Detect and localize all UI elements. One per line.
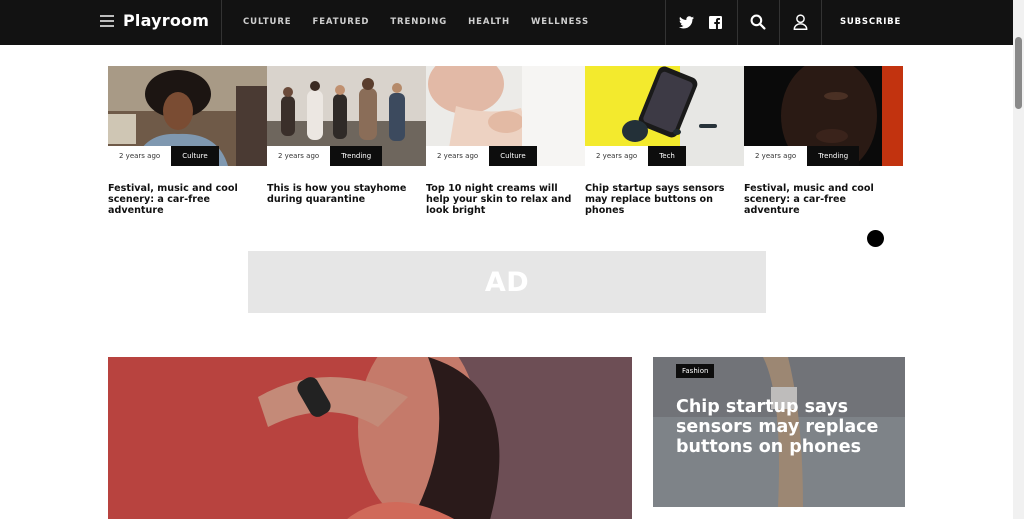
article-time: 2 years ago <box>426 146 490 166</box>
nav-item-culture[interactable]: CULTURE <box>243 17 292 27</box>
article-card[interactable]: 2 years ago Culture Top 10 night creams … <box>426 66 585 216</box>
category-badge[interactable]: Culture <box>489 146 537 166</box>
article-meta: 2 years ago Trending <box>267 146 383 166</box>
article-thumbnail[interactable]: 2 years ago Tech <box>585 66 744 166</box>
article-thumbnail[interactable]: 2 years ago Trending <box>744 66 903 166</box>
article-title[interactable]: Festival, music and cool scenery: a car-… <box>744 183 903 216</box>
article-card[interactable]: 2 years ago Tech Chip startup says senso… <box>585 66 744 216</box>
article-time: 2 years ago <box>108 146 172 166</box>
scrollbar-thumb[interactable] <box>1015 37 1022 109</box>
featured-side-story[interactable]: Fashion Chip startup says sensors may re… <box>653 357 905 507</box>
article-card[interactable]: 2 years ago Culture Festival, music and … <box>108 66 267 216</box>
category-badge[interactable]: Culture <box>171 146 219 166</box>
article-thumbnail[interactable]: 2 years ago Trending <box>267 66 426 166</box>
article-meta: 2 years ago Culture <box>426 146 537 166</box>
header-divider <box>221 0 222 45</box>
article-title[interactable]: This is how you stayhome during quaranti… <box>267 183 426 205</box>
side-story-title[interactable]: Chip startup says sensors may replace bu… <box>676 397 891 457</box>
twitter-icon[interactable] <box>677 13 695 31</box>
category-badge[interactable]: Tech <box>648 146 686 166</box>
scroll-indicator-dot <box>867 230 884 247</box>
header-divider <box>779 0 780 45</box>
search-icon[interactable] <box>749 13 767 31</box>
hero-image[interactable] <box>108 357 632 519</box>
category-badge[interactable]: Trending <box>330 146 383 166</box>
article-thumbnail[interactable]: 2 years ago Culture <box>108 66 267 166</box>
nav-item-featured[interactable]: FEATURED <box>313 17 370 27</box>
site-logo[interactable]: Playroom <box>123 11 209 30</box>
user-icon[interactable] <box>791 13 809 31</box>
article-card[interactable]: 2 years ago Trending Festival, music and… <box>744 66 903 216</box>
article-title[interactable]: Top 10 night creams will help your skin … <box>426 183 585 216</box>
category-badge[interactable]: Fashion <box>676 364 715 378</box>
menu-icon[interactable] <box>100 15 114 29</box>
article-meta: 2 years ago Trending <box>744 146 860 166</box>
ad-label: AD <box>484 266 530 298</box>
nav-item-wellness[interactable]: WELLNESS <box>531 17 589 27</box>
subscribe-button[interactable]: SUBSCRIBE <box>840 17 901 27</box>
article-time: 2 years ago <box>267 146 331 166</box>
site-header: Playroom CULTURE FEATURED TRENDING HEALT… <box>0 0 1013 45</box>
nav-item-health[interactable]: HEALTH <box>468 17 510 27</box>
ad-banner[interactable]: AD <box>248 251 766 313</box>
nav-item-trending[interactable]: TRENDING <box>390 17 447 27</box>
header-divider <box>665 0 666 45</box>
article-meta: 2 years ago Culture <box>108 146 219 166</box>
article-time: 2 years ago <box>744 146 808 166</box>
article-meta: 2 years ago Tech <box>585 146 686 166</box>
main-nav: CULTURE FEATURED TRENDING HEALTH WELLNES… <box>243 17 610 27</box>
header-divider <box>737 0 738 45</box>
article-title[interactable]: Festival, music and cool scenery: a car-… <box>108 183 267 216</box>
article-time: 2 years ago <box>585 146 649 166</box>
article-thumbnail[interactable]: 2 years ago Culture <box>426 66 585 166</box>
header-divider <box>821 0 822 45</box>
page-scrollbar[interactable] <box>1013 0 1024 519</box>
article-card-row: 2 years ago Culture Festival, music and … <box>108 66 903 216</box>
article-title[interactable]: Chip startup says sensors may replace bu… <box>585 183 744 216</box>
category-badge[interactable]: Trending <box>807 146 860 166</box>
article-card[interactable]: 2 years ago Trending This is how you sta… <box>267 66 426 216</box>
facebook-icon[interactable] <box>706 13 724 31</box>
